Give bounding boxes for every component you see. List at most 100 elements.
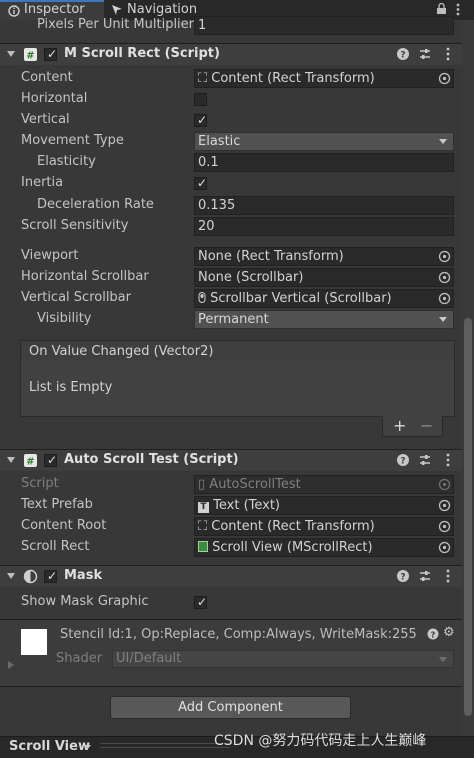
event-list: List is Empty bbox=[20, 361, 455, 417]
horizontal-label: Horizontal bbox=[21, 91, 88, 106]
add-component-button[interactable]: Add Component bbox=[110, 696, 351, 719]
scroll-rect-ref-field[interactable]: Scroll View (MScrollRect) bbox=[194, 538, 454, 557]
elasticity-field[interactable]: 0.1 bbox=[194, 153, 454, 172]
material-preview[interactable] bbox=[21, 629, 47, 655]
pixels-per-unit-field[interactable]: 1 bbox=[194, 16, 454, 35]
dropdown-arrow-icon[interactable] bbox=[83, 745, 91, 750]
preview-footer: Scroll View CSDN @努力码代码走上人生巅峰 bbox=[0, 733, 474, 758]
event-empty-text: List is Empty bbox=[29, 380, 113, 395]
scroll-sensitivity-field[interactable]: 20 bbox=[194, 217, 454, 236]
component-enable-checkbox[interactable]: ✓ bbox=[44, 569, 57, 583]
foldout-arrow-icon[interactable] bbox=[8, 661, 14, 669]
svg-text:?: ? bbox=[400, 457, 405, 467]
shader-dropdown: UI/Default bbox=[112, 650, 454, 668]
content-root-value: Content (Rect Transform) bbox=[211, 519, 375, 534]
dropdown-arrow-icon bbox=[439, 657, 447, 662]
preset-icon[interactable] bbox=[418, 569, 432, 583]
svg-text:#: # bbox=[26, 457, 34, 468]
preview-title[interactable]: Scroll View bbox=[9, 738, 90, 756]
text-prefab-label: Text Prefab bbox=[21, 497, 93, 512]
text-prefab-field[interactable]: T Text (Text) bbox=[194, 496, 454, 515]
viewport-value: None (Rect Transform) bbox=[198, 249, 344, 264]
kebab-menu-icon[interactable] bbox=[441, 47, 455, 61]
visibility-label: Visibility bbox=[37, 311, 92, 326]
vertical-scrollbar-label: Vertical Scrollbar bbox=[21, 290, 131, 305]
visibility-value: Permanent bbox=[198, 312, 269, 327]
object-picker-icon[interactable] bbox=[438, 271, 451, 284]
object-picker-icon[interactable] bbox=[438, 541, 451, 554]
object-picker-icon[interactable] bbox=[438, 292, 451, 305]
movement-type-dropdown[interactable]: Elastic bbox=[194, 132, 454, 151]
horizontal-scrollbar-label: Horizontal Scrollbar bbox=[21, 269, 149, 284]
add-event-button[interactable]: + bbox=[393, 416, 406, 436]
svg-text:#: # bbox=[26, 51, 34, 62]
vertical-scrollbar-value: Scrollbar Vertical (Scrollbar) bbox=[210, 291, 392, 306]
kebab-menu-icon[interactable] bbox=[456, 3, 460, 16]
resize-handle[interactable] bbox=[100, 743, 230, 744]
object-picker-icon[interactable] bbox=[438, 72, 451, 85]
deceleration-rate-field[interactable]: 0.135 bbox=[194, 196, 454, 215]
show-mask-graphic-checkbox[interactable]: ✓ bbox=[194, 595, 207, 609]
component-enable-checkbox[interactable]: ✓ bbox=[44, 453, 57, 467]
foldout-arrow-icon[interactable] bbox=[7, 51, 15, 57]
vertical-label: Vertical bbox=[21, 112, 70, 127]
svg-text:?: ? bbox=[400, 51, 405, 61]
vertical-scrollbar-field[interactable]: Scrollbar Vertical (Scrollbar) bbox=[194, 289, 454, 308]
content-object-field[interactable]: ⛶ Content (Rect Transform) bbox=[194, 69, 454, 88]
watermark: CSDN @努力码代码走上人生巅峰 bbox=[214, 733, 427, 749]
object-picker-icon bbox=[438, 478, 451, 491]
material-section: Stencil Id:1, Op:Replace, Comp:Always, W… bbox=[0, 619, 462, 687]
content-root-field[interactable]: ⛶ Content (Rect Transform) bbox=[194, 517, 454, 536]
pixels-per-unit-label: Pixels Per Unit Multiplier bbox=[37, 17, 195, 32]
horizontal-checkbox[interactable] bbox=[194, 93, 207, 106]
help-icon[interactable]: ? bbox=[396, 569, 410, 583]
inertia-checkbox[interactable]: ✓ bbox=[194, 176, 207, 190]
gear-icon[interactable]: ⚙ bbox=[443, 625, 455, 641]
content-value: Content (Rect Transform) bbox=[211, 71, 375, 86]
remove-event-button[interactable]: − bbox=[420, 416, 433, 436]
material-name: Stencil Id:1, Op:Replace, Comp:Always, W… bbox=[60, 627, 417, 642]
foldout-arrow-icon[interactable] bbox=[7, 457, 15, 463]
horizontal-scrollbar-value: None (Scrollbar) bbox=[198, 270, 304, 285]
help-icon[interactable]: ? bbox=[427, 628, 439, 640]
auto-scroll-component-header[interactable]: # ✓ Auto Scroll Test (Script) ? bbox=[0, 449, 462, 471]
script-icon: # bbox=[24, 454, 37, 468]
kebab-menu-icon[interactable] bbox=[441, 569, 455, 583]
foldout-arrow-icon[interactable] bbox=[7, 573, 15, 579]
svg-text:?: ? bbox=[400, 573, 405, 583]
scroll-rect-component-header[interactable]: # ✓ M Scroll Rect (Script) ? bbox=[0, 43, 462, 65]
kebab-menu-icon[interactable] bbox=[441, 453, 455, 467]
dropdown-arrow-icon bbox=[439, 139, 447, 144]
content-root-label: Content Root bbox=[21, 518, 107, 533]
mask-icon bbox=[23, 569, 38, 584]
horizontal-scrollbar-field[interactable]: None (Scrollbar) bbox=[194, 268, 454, 287]
rect-transform-icon: ⛶ bbox=[198, 71, 208, 86]
visibility-dropdown[interactable]: Permanent bbox=[194, 310, 454, 329]
text-component-icon: T bbox=[198, 502, 209, 513]
scrollbar-thumb[interactable] bbox=[464, 318, 472, 716]
vertical-checkbox[interactable]: ✓ bbox=[194, 113, 207, 127]
scroll-rect-ref-value: Scroll View (MScrollRect) bbox=[212, 540, 373, 555]
script-label: Script bbox=[21, 476, 59, 491]
help-icon[interactable]: ? bbox=[396, 47, 410, 61]
scrollbar-icon bbox=[198, 292, 206, 303]
svg-text:?: ? bbox=[431, 631, 436, 640]
help-icon[interactable]: ? bbox=[396, 453, 410, 467]
preset-icon[interactable] bbox=[418, 47, 432, 61]
preset-icon[interactable] bbox=[418, 453, 432, 467]
script-file-icon: ▯ bbox=[198, 477, 206, 492]
component-enable-checkbox[interactable]: ✓ bbox=[44, 47, 57, 61]
movement-type-label: Movement Type bbox=[21, 133, 124, 148]
movement-type-value: Elastic bbox=[198, 134, 241, 149]
text-prefab-value: Text (Text) bbox=[213, 498, 281, 513]
object-picker-icon[interactable] bbox=[438, 499, 451, 512]
shader-value: UI/Default bbox=[116, 651, 182, 666]
component-title: Auto Scroll Test (Script) bbox=[64, 452, 239, 467]
object-picker-icon[interactable] bbox=[438, 250, 451, 263]
resize-handle[interactable] bbox=[100, 747, 230, 748]
viewport-object-field[interactable]: None (Rect Transform) bbox=[194, 247, 454, 266]
mask-component-header[interactable]: ✓ Mask ? bbox=[0, 565, 462, 587]
component-title: Mask bbox=[64, 568, 103, 583]
object-picker-icon[interactable] bbox=[438, 520, 451, 533]
lock-icon[interactable] bbox=[436, 3, 447, 15]
